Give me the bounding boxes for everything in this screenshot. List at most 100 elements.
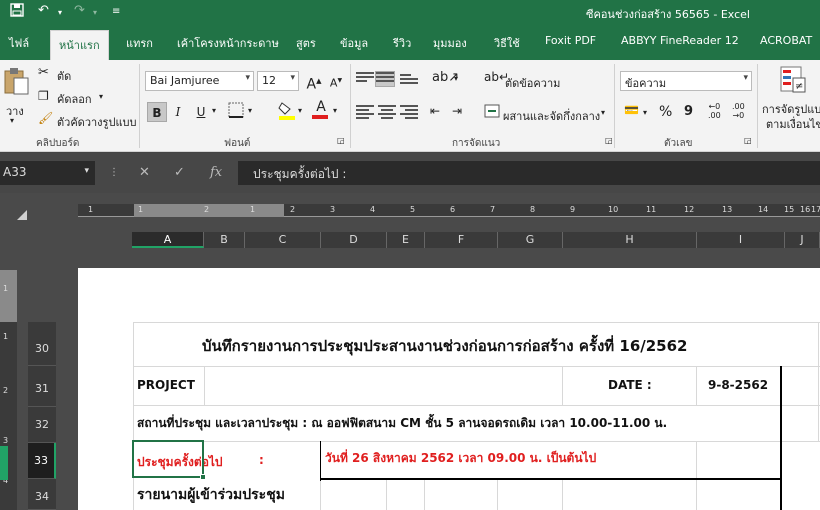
project-label[interactable]: PROJECT xyxy=(137,378,195,392)
row-header-32[interactable]: 32 xyxy=(28,407,56,443)
row-header-34[interactable]: 34 xyxy=(28,479,56,510)
tab-home[interactable]: หน้าแรก xyxy=(50,30,109,60)
chevron-down-icon[interactable]: ▾ xyxy=(743,73,748,83)
column-header-a[interactable]: A xyxy=(132,232,204,248)
font-color-dropdown-icon[interactable]: ▾ xyxy=(333,106,337,115)
comma-style-button[interactable]: 9 xyxy=(684,104,693,119)
accounting-dropdown-icon[interactable]: ▾ xyxy=(643,108,647,117)
row-header-30[interactable]: 30 xyxy=(28,322,56,366)
underline-dropdown-icon[interactable]: ▾ xyxy=(212,106,216,115)
font-name-combo[interactable]: Bai Jamjuree ▾ xyxy=(145,71,254,91)
copy-dropdown-icon[interactable]: ▾ xyxy=(99,92,103,101)
formula-input[interactable]: ประชุมครั้งต่อไป : xyxy=(238,161,820,185)
tab-abbyy[interactable]: ABBYY FineReader 12 xyxy=(621,34,739,47)
meeting-venue[interactable]: สถานที่ประชุม และเวลาประชุม : ณ ออฟฟิตสน… xyxy=(137,414,667,433)
name-box[interactable]: A33 ▾ xyxy=(0,161,95,185)
report-title[interactable]: บันทึกรายงานการประชุมประสานงานช่วงก่อนกา… xyxy=(202,334,687,358)
column-header-i[interactable]: I xyxy=(697,232,785,248)
tab-file[interactable]: ไฟล์ xyxy=(9,34,29,52)
tab-page-layout[interactable]: เค้าโครงหน้ากระดาษ xyxy=(177,34,279,52)
insert-function-icon[interactable]: fx xyxy=(210,165,222,180)
select-all-corner[interactable] xyxy=(17,210,27,220)
redo-icon[interactable]: ↷ xyxy=(74,3,85,18)
alignment-dialog-launcher-icon[interactable]: ◲ xyxy=(605,136,613,145)
column-header-f[interactable]: F xyxy=(425,232,498,248)
tab-view[interactable]: มุมมอง xyxy=(433,34,467,52)
font-size-combo[interactable]: 12 ▾ xyxy=(257,71,299,91)
increase-indent-icon[interactable]: ⇥ xyxy=(452,104,462,118)
cut-icon[interactable]: ✂ xyxy=(38,65,49,80)
borders-icon[interactable] xyxy=(228,102,244,121)
align-center-icon[interactable] xyxy=(378,105,396,119)
column-header-c[interactable]: C xyxy=(245,232,321,248)
merge-center-icon[interactable] xyxy=(484,104,500,121)
attendees-heading[interactable]: รายนามผู้เข้าร่วมประชุม xyxy=(137,484,285,506)
row-header-33[interactable]: 33 xyxy=(28,443,56,479)
tab-review[interactable]: รีวิว xyxy=(393,34,411,52)
align-left-icon[interactable] xyxy=(356,105,374,119)
wrap-text-button[interactable]: ตัดข้อความ xyxy=(505,74,560,92)
merge-center-button[interactable]: ผสานและจัดกึ่งกลาง xyxy=(503,107,600,125)
tab-insert[interactable]: แทรก xyxy=(126,34,153,52)
tab-data[interactable]: ข้อมูล xyxy=(340,34,368,52)
merge-dropdown-icon[interactable]: ▾ xyxy=(601,108,605,117)
tab-help[interactable]: วิธีใช้ xyxy=(494,34,520,52)
grow-font-button[interactable]: A▲ xyxy=(304,71,324,93)
italic-button[interactable]: I xyxy=(168,102,188,122)
underline-button[interactable]: U xyxy=(191,102,211,122)
customize-qat-icon[interactable]: ≡ xyxy=(112,6,120,17)
date-label[interactable]: DATE : xyxy=(608,378,652,392)
chevron-down-icon[interactable]: ▾ xyxy=(245,73,250,83)
column-header-b[interactable]: B xyxy=(204,232,245,248)
tab-acrobat[interactable]: ACROBAT xyxy=(760,34,812,47)
fill-color-dropdown-icon[interactable]: ▾ xyxy=(298,106,302,115)
column-header-g[interactable]: G xyxy=(498,232,563,248)
row-header-31[interactable]: 31 xyxy=(28,366,56,407)
chevron-down-icon[interactable]: ▾ xyxy=(84,166,89,176)
align-right-icon[interactable] xyxy=(400,105,418,119)
shrink-font-button[interactable]: A▼ xyxy=(326,71,346,91)
copy-icon[interactable]: ❐ xyxy=(38,89,49,103)
decrease-indent-icon[interactable]: ⇤ xyxy=(430,104,440,118)
borders-dropdown-icon[interactable]: ▾ xyxy=(248,106,252,115)
paste-icon[interactable] xyxy=(2,66,30,99)
align-top-icon[interactable] xyxy=(356,72,374,86)
bold-button[interactable]: B xyxy=(147,102,167,122)
fill-color-icon[interactable] xyxy=(278,100,296,123)
undo-icon[interactable]: ↶ xyxy=(38,3,49,18)
column-header-j[interactable]: J xyxy=(785,232,820,248)
align-middle-icon[interactable] xyxy=(375,71,395,87)
conditional-formatting-label-line2[interactable]: ตามเงื่อนไข xyxy=(766,115,820,133)
cut-button[interactable]: ตัด xyxy=(57,67,71,85)
enter-icon[interactable]: ✓ xyxy=(174,165,185,180)
format-painter-button[interactable]: ตัวคัดวางรูปแบบ xyxy=(57,113,137,131)
number-dialog-launcher-icon[interactable]: ◲ xyxy=(744,136,752,145)
align-bottom-icon[interactable] xyxy=(400,74,418,88)
tab-formulas[interactable]: สูตร xyxy=(296,34,316,52)
fill-handle[interactable] xyxy=(200,474,206,480)
accounting-format-icon[interactable]: 💳 xyxy=(624,103,639,117)
column-header-e[interactable]: E xyxy=(387,232,425,248)
tab-foxit-pdf[interactable]: Foxit PDF xyxy=(545,34,596,47)
date-value[interactable]: 9-8-2562 xyxy=(708,378,768,392)
font-color-icon[interactable]: A xyxy=(312,100,330,119)
conditional-formatting-icon[interactable]: ≠ xyxy=(780,66,806,97)
percent-style-button[interactable]: % xyxy=(659,104,672,120)
orientation-dropdown-icon[interactable]: ▾ xyxy=(454,74,458,83)
paste-button[interactable]: วาง xyxy=(6,102,24,120)
font-dialog-launcher-icon[interactable]: ◲ xyxy=(337,136,345,145)
decrease-decimal-button[interactable]: .00 →0 xyxy=(732,102,745,120)
format-painter-icon[interactable]: 🖌 xyxy=(38,111,53,125)
column-header-d[interactable]: D xyxy=(321,232,387,248)
undo-dropdown-icon[interactable]: ▾ xyxy=(58,8,62,17)
cancel-icon[interactable]: ✕ xyxy=(139,165,150,180)
next-meeting-value[interactable]: วันที่ 26 สิงหาคม 2562 เวลา 09.00 น. เป็… xyxy=(325,449,596,468)
column-header-h[interactable]: H xyxy=(563,232,697,248)
redo-dropdown-icon[interactable]: ▾ xyxy=(93,8,97,17)
increase-decimal-button[interactable]: ←0.00 xyxy=(708,102,721,120)
active-cell-selection[interactable] xyxy=(132,440,204,478)
chevron-down-icon[interactable]: ▾ xyxy=(290,73,295,83)
formula-options-icon[interactable]: ⋮ xyxy=(109,167,119,178)
save-icon[interactable] xyxy=(10,3,24,21)
copy-button[interactable]: คัดลอก xyxy=(57,90,92,108)
